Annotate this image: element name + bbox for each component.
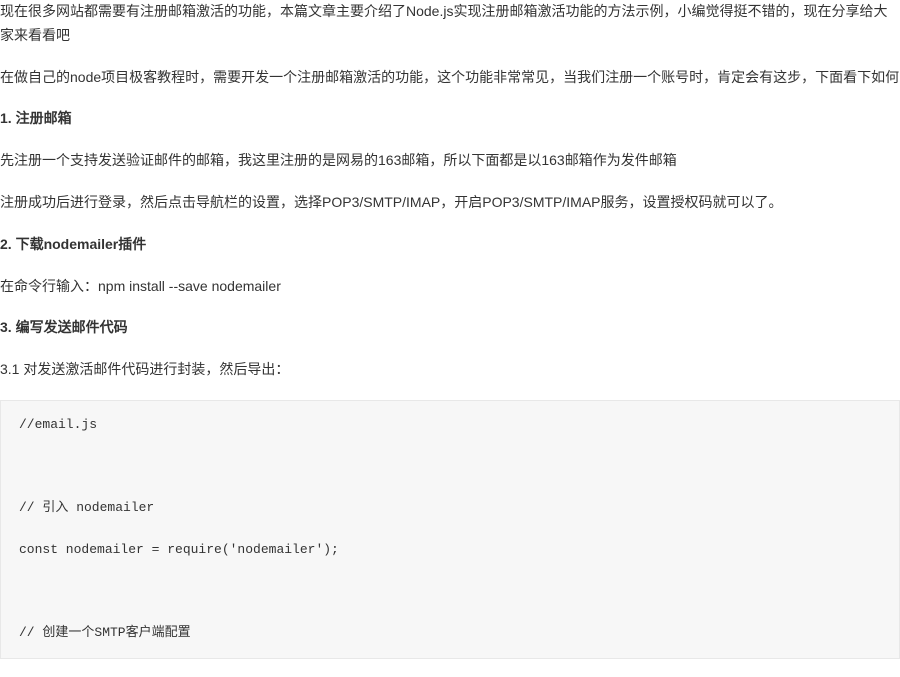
code-block-email-js: //email.js // 引入 nodemailer const nodema…: [0, 400, 900, 659]
section-1-heading: 1. 注册邮箱: [0, 107, 900, 131]
intro-paragraph-1: 现在很多网站都需要有注册邮箱激活的功能，本篇文章主要介绍了Node.js实现注册…: [0, 0, 900, 48]
article-content: 现在很多网站都需要有注册邮箱激活的功能，本篇文章主要介绍了Node.js实现注册…: [0, 0, 900, 659]
section-1-paragraph-2: 注册成功后进行登录，然后点击导航栏的设置，选择POP3/SMTP/IMAP，开启…: [0, 191, 900, 215]
section-2-heading: 2. 下载nodemailer插件: [0, 233, 900, 257]
intro-paragraph-2: 在做自己的node项目极客教程时，需要开发一个注册邮箱激活的功能，这个功能非常常…: [0, 66, 900, 90]
section-3-subheading-1: 3.1 对发送激活邮件代码进行封装，然后导出：: [0, 358, 900, 382]
section-1-paragraph-1: 先注册一个支持发送验证邮件的邮箱，我这里注册的是网易的163邮箱，所以下面都是以…: [0, 149, 900, 173]
section-2-paragraph-1: 在命令行输入：npm install --save nodemailer: [0, 275, 900, 299]
section-3-heading: 3. 编写发送邮件代码: [0, 316, 900, 340]
